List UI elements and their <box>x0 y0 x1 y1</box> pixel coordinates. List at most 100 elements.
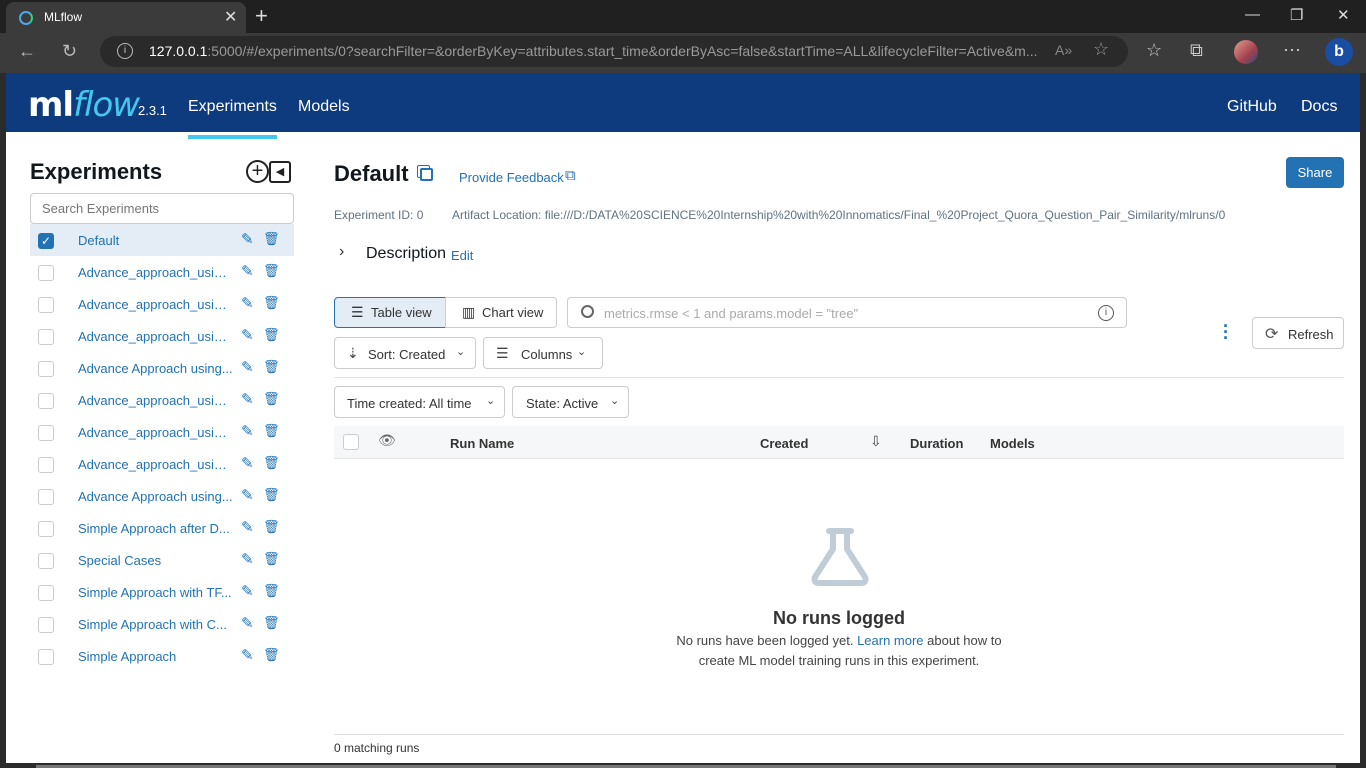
experiment-row[interactable]: Special Cases ✎ 🗑 <box>30 544 294 576</box>
nav-models[interactable]: Models <box>298 98 350 116</box>
close-tab-icon[interactable]: ✕ <box>224 7 237 27</box>
more-options-icon[interactable]: · · · <box>1223 317 1229 347</box>
experiment-row[interactable]: Advance_approach_using... ✎ 🗑 <box>30 448 294 480</box>
experiment-search-input[interactable] <box>30 193 294 224</box>
read-aloud-icon[interactable]: A» <box>1055 42 1072 58</box>
experiment-row[interactable]: Advance Approach using... ✎ 🗑 <box>30 352 294 384</box>
chart-view-toggle[interactable]: ▥ Chart view <box>445 297 557 328</box>
nav-github[interactable]: GitHub <box>1227 98 1277 116</box>
experiment-checkbox[interactable] <box>38 329 54 345</box>
experiment-row[interactable]: Advance_approach_using... ✎ 🗑 <box>30 288 294 320</box>
experiment-checkbox[interactable] <box>38 393 54 409</box>
experiment-checkbox[interactable] <box>38 297 54 313</box>
nav-experiments[interactable]: Experiments <box>188 98 277 139</box>
experiment-name[interactable]: Advance_approach_using... <box>78 265 234 280</box>
pencil-icon[interactable]: ✎ <box>241 646 254 664</box>
trash-icon[interactable]: 🗑 <box>263 551 280 567</box>
experiment-name[interactable]: Simple Approach after D... <box>78 521 234 536</box>
pencil-icon[interactable]: ✎ <box>241 358 254 376</box>
trash-icon[interactable]: 🗑 <box>263 423 280 439</box>
learn-more-link[interactable]: Learn more <box>857 633 923 648</box>
pencil-icon[interactable]: ✎ <box>241 486 254 504</box>
add-experiment-icon[interactable]: + <box>246 160 269 183</box>
trash-icon[interactable]: 🗑 <box>263 295 280 311</box>
pencil-icon[interactable]: ✎ <box>241 422 254 440</box>
trash-icon[interactable]: 🗑 <box>263 519 280 535</box>
sort-descending-icon[interactable]: ⇩ <box>870 433 882 450</box>
experiment-row[interactable]: Simple Approach ✎ 🗑 <box>30 640 294 672</box>
experiment-checkbox[interactable] <box>38 489 54 505</box>
pencil-icon[interactable]: ✎ <box>241 550 254 568</box>
experiment-name[interactable]: Advance Approach using... <box>78 489 234 504</box>
column-duration[interactable]: Duration <box>910 436 963 451</box>
experiment-row[interactable]: Simple Approach with TF... ✎ 🗑 <box>30 576 294 608</box>
pencil-icon[interactable]: ✎ <box>241 614 254 632</box>
info-icon[interactable]: i <box>1098 305 1114 321</box>
pencil-icon[interactable]: ✎ <box>241 582 254 600</box>
trash-icon[interactable]: 🗑 <box>263 263 280 279</box>
experiment-checkbox[interactable] <box>38 425 54 441</box>
new-tab-icon[interactable]: + <box>255 3 268 29</box>
mlflow-logo[interactable]: mlflow <box>28 85 140 125</box>
experiment-name[interactable]: Advance_approach_using... <box>78 297 234 312</box>
back-icon[interactable]: ← <box>18 41 36 62</box>
experiment-row[interactable]: Advance_approach_using... ✎ 🗑 <box>30 384 294 416</box>
trash-icon[interactable]: 🗑 <box>263 391 280 407</box>
trash-icon[interactable]: 🗑 <box>263 327 280 343</box>
experiment-name[interactable]: Advance_approach_using... <box>78 457 234 472</box>
favorite-star-icon[interactable]: ☆ <box>1093 39 1109 60</box>
minimize-icon[interactable]: — <box>1245 6 1260 23</box>
share-button[interactable]: Share <box>1286 157 1344 188</box>
description-label[interactable]: Description <box>366 245 446 263</box>
run-search-input[interactable]: metrics.rmse < 1 and params.model = "tre… <box>567 297 1127 328</box>
experiment-row[interactable]: Advance_approach_using... ✎ 🗑 <box>30 416 294 448</box>
chevron-right-icon[interactable]: › <box>339 243 344 261</box>
experiment-name[interactable]: Advance_approach_using... <box>78 425 234 440</box>
collapse-sidebar-icon[interactable]: ◀ <box>269 161 291 183</box>
trash-icon[interactable]: 🗑 <box>263 487 280 503</box>
pencil-icon[interactable]: ✎ <box>241 326 254 344</box>
pencil-icon[interactable]: ✎ <box>241 230 254 248</box>
collections-icon[interactable]: ⧉ <box>1190 40 1203 61</box>
refresh-button[interactable]: ⟳ Refresh <box>1252 317 1344 349</box>
experiment-checkbox[interactable] <box>38 617 54 633</box>
pencil-icon[interactable]: ✎ <box>241 294 254 312</box>
provide-feedback-link[interactable]: Provide Feedback <box>459 170 564 185</box>
experiment-name[interactable]: Advance_approach_using... <box>78 329 234 344</box>
site-info-icon[interactable]: i <box>117 43 133 59</box>
pencil-icon[interactable]: ✎ <box>241 518 254 536</box>
experiment-checkbox[interactable] <box>38 361 54 377</box>
columns-dropdown[interactable]: ☰ Columns ⌄ <box>483 337 603 369</box>
experiment-row[interactable]: Advance Approach using... ✎ 🗑 <box>30 480 294 512</box>
experiment-name[interactable]: Simple Approach <box>78 649 234 664</box>
trash-icon[interactable]: 🗑 <box>263 455 280 471</box>
select-all-checkbox[interactable] <box>343 434 359 450</box>
experiment-row[interactable]: Simple Approach after D... ✎ 🗑 <box>30 512 294 544</box>
column-created[interactable]: Created <box>760 436 808 451</box>
experiment-checkbox[interactable] <box>38 457 54 473</box>
browser-tab[interactable]: MLflow ✕ <box>6 2 246 33</box>
trash-icon[interactable]: 🗑 <box>263 647 280 663</box>
column-run-name[interactable]: Run Name <box>450 436 514 451</box>
experiment-name[interactable]: Default <box>78 233 234 248</box>
trash-icon[interactable]: 🗑 <box>263 231 280 247</box>
restore-icon[interactable]: ❐ <box>1290 6 1303 24</box>
experiment-checkbox[interactable] <box>38 521 54 537</box>
experiment-checkbox[interactable] <box>38 649 54 665</box>
eye-icon[interactable]: 👁 <box>378 432 396 449</box>
favorites-icon[interactable]: ☆ <box>1146 40 1162 61</box>
trash-icon[interactable]: 🗑 <box>263 583 280 599</box>
external-link-icon[interactable]: ⧉ <box>565 167 576 184</box>
more-menu-icon[interactable]: ⋯ <box>1283 40 1301 61</box>
trash-icon[interactable]: 🗑 <box>263 615 280 631</box>
experiment-checkbox[interactable] <box>38 553 54 569</box>
experiment-row[interactable]: Advance_approach_using... ✎ 🗑 <box>30 320 294 352</box>
experiment-name[interactable]: Simple Approach with C... <box>78 617 234 632</box>
trash-icon[interactable]: 🗑 <box>263 359 280 375</box>
experiment-row[interactable]: Simple Approach with C... ✎ 🗑 <box>30 608 294 640</box>
table-view-toggle[interactable]: ☰ Table view <box>334 297 446 328</box>
experiment-name[interactable]: Advance_approach_using... <box>78 393 234 408</box>
pencil-icon[interactable]: ✎ <box>241 454 254 472</box>
experiment-name[interactable]: Special Cases <box>78 553 234 568</box>
address-bar[interactable]: i 127.0.0.1:5000/#/experiments/0?searchF… <box>100 36 1128 67</box>
